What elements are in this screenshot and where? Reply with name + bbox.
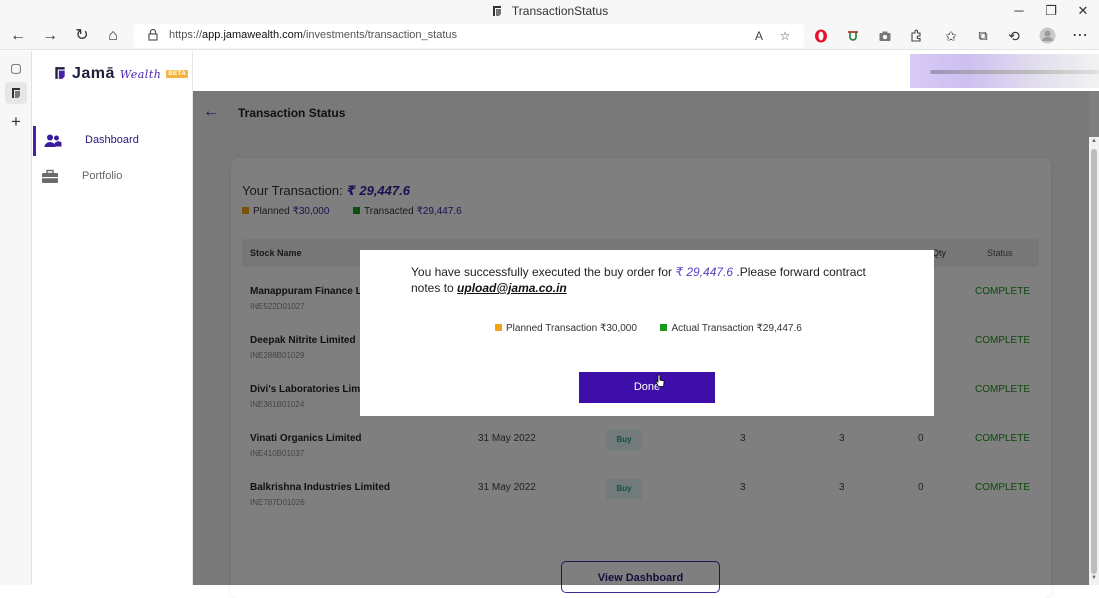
browser-toolbar: ← → ↻ ⌂ https://app.jamawealth.com/inves…	[0, 22, 1099, 50]
jama-wealth-logo[interactable]: Jamā Wealth BETA	[53, 65, 189, 83]
add-favorite-icon[interactable]: ☆	[777, 28, 793, 44]
sidebar-item-dashboard[interactable]: Dashboard	[33, 126, 193, 156]
hand-cursor-icon	[655, 374, 665, 387]
jama-favicon-icon	[492, 6, 501, 16]
minimize-button[interactable]: ─	[1004, 2, 1034, 20]
refresh-icon[interactable]: ↻	[71, 25, 93, 47]
sidebar-item-portfolio[interactable]: Portfolio	[33, 162, 193, 192]
close-window-button[interactable]: ✕	[1068, 2, 1098, 20]
tab-title: TransactionStatus	[511, 4, 609, 18]
profile-avatar-icon[interactable]	[1039, 27, 1056, 44]
url-text: https://app.jamawealth.com/investments/t…	[169, 29, 457, 41]
active-tab-jama[interactable]	[5, 82, 27, 104]
vertical-tab-strip: ▢ +	[0, 51, 32, 585]
browser-titlebar: TransactionStatus ─ ❐ ✕	[0, 0, 1099, 22]
actual-legend-swatch	[660, 324, 668, 331]
jama-logo-icon	[55, 67, 65, 79]
user-profile-area[interactable]	[910, 54, 1099, 88]
success-modal: You have successfully executed the buy o…	[360, 250, 934, 416]
camera-icon[interactable]	[878, 29, 892, 43]
back-icon[interactable]: ←	[7, 25, 29, 47]
success-message: You have successfully executed the buy o…	[411, 265, 866, 295]
shield-extension-icon[interactable]	[846, 29, 860, 43]
extensions-puzzle-icon[interactable]	[909, 29, 923, 43]
new-tab-icon[interactable]: +	[5, 111, 27, 133]
jama-tab-icon	[12, 88, 20, 98]
window-title: TransactionStatus	[0, 4, 1099, 18]
lock-icon	[148, 28, 158, 41]
address-bar[interactable]: https://app.jamawealth.com/investments/t…	[134, 24, 804, 48]
scrollbar-thumb[interactable]	[1091, 149, 1097, 574]
favorites-icon[interactable]: ✩	[940, 25, 962, 47]
opera-extension-icon[interactable]	[814, 29, 828, 43]
sidebar-item-label: Dashboard	[85, 134, 139, 146]
app-sidebar: Jamā Wealth BETA Dashboard Portfolio	[33, 51, 193, 585]
users-icon	[44, 134, 62, 147]
app-header	[193, 51, 1099, 91]
history-icon[interactable]: ⟲	[1003, 25, 1025, 47]
tab-actions-icon[interactable]: ▢	[5, 57, 27, 79]
forward-icon[interactable]: →	[39, 25, 61, 47]
scroll-down-icon[interactable]: ▼	[1089, 575, 1099, 585]
home-icon[interactable]: ⌂	[102, 25, 124, 47]
sidebar-item-label: Portfolio	[82, 170, 123, 182]
collections-icon[interactable]: ⧉	[972, 25, 994, 47]
done-button[interactable]: Done	[579, 372, 715, 403]
scroll-up-icon[interactable]: ▲	[1089, 138, 1099, 148]
restore-button[interactable]: ❐	[1036, 2, 1066, 20]
briefcase-icon	[42, 169, 58, 183]
upload-email-link[interactable]: upload@jama.co.in	[457, 281, 567, 295]
page-scrollbar[interactable]: ▲ ▼	[1089, 137, 1099, 585]
planned-legend-swatch	[495, 324, 502, 331]
modal-legend: Planned Transaction ₹30,000 Actual Trans…	[495, 323, 802, 334]
more-menu-icon[interactable]: ⋯	[1069, 25, 1091, 47]
read-aloud-icon[interactable]: A	[751, 28, 767, 44]
